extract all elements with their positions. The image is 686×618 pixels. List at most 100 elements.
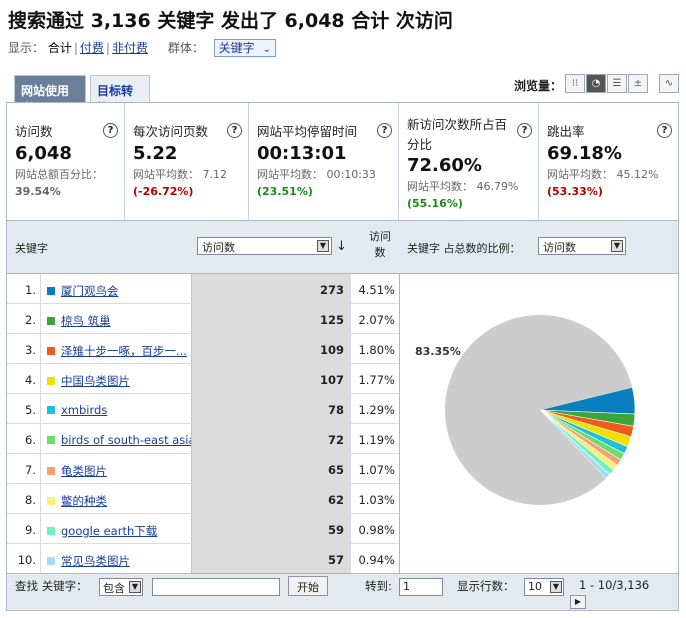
- keyword-link[interactable]: 泽雉十步一啄，百步一...: [61, 344, 187, 358]
- help-icon[interactable]: ?: [517, 123, 532, 138]
- column-header-keyword[interactable]: 关键字: [15, 240, 48, 256]
- select-value: 访问数: [202, 241, 235, 254]
- metric-delta: (53.33%): [547, 185, 603, 198]
- help-icon[interactable]: ?: [103, 123, 118, 138]
- table-row: 3. 泽雉十步一啄，百步一... 109 1.80%: [7, 334, 399, 364]
- metric-new-visits: 新访问次数所占百分比 ? 72.60% 网站平均数： 46.79% (55.16…: [399, 103, 539, 220]
- table-header: 关键字 访问数 ▼ ↓ 访问数 关键字 占总数的比例： 访问数 ▼: [7, 221, 678, 274]
- series-swatch: [47, 377, 55, 385]
- chevron-down-icon: ▼: [129, 581, 141, 593]
- segment-dropdown[interactable]: 关键字 ⌄: [213, 39, 277, 57]
- column-header-visits[interactable]: 访问数: [367, 229, 393, 261]
- keyword-link[interactable]: 厦门观鸟会: [61, 284, 119, 298]
- keyword-cell: xmbirds: [41, 394, 191, 423]
- visits-cell: 125: [191, 304, 350, 333]
- table-view-icon[interactable]: ⁝⁝: [565, 74, 585, 93]
- bar-view-icon[interactable]: ☰: [607, 74, 627, 93]
- row-number: 3.: [7, 334, 41, 363]
- series-swatch: [47, 406, 55, 414]
- series-swatch: [47, 436, 55, 444]
- keyword-link[interactable]: 龟类图片: [61, 464, 107, 478]
- visits-cell: 65: [191, 454, 350, 483]
- series-swatch: [47, 557, 55, 565]
- series-swatch: [47, 527, 55, 535]
- keyword-cell: google earth下载: [41, 514, 191, 543]
- metric-label: 访问数: [15, 124, 53, 139]
- keyword-link[interactable]: 常见鸟类图片: [61, 554, 130, 568]
- go-button[interactable]: 开始: [288, 576, 328, 596]
- percent-cell: 1.07%: [350, 454, 399, 483]
- help-icon[interactable]: ?: [227, 123, 242, 138]
- percent-cell: 1.03%: [350, 484, 399, 513]
- pivot-view-icon[interactable]: ∿: [659, 74, 679, 93]
- metric-column-select[interactable]: 访问数 ▼: [197, 237, 332, 255]
- tab-goal-conversion[interactable]: 目标转换: [90, 75, 150, 115]
- table-row: 2. 椋鸟 筑巢 125 2.07%: [7, 304, 399, 334]
- visits-cell: 273: [191, 274, 350, 303]
- row-number: 4.: [7, 364, 41, 393]
- row-number: 9.: [7, 514, 41, 543]
- percent-cell: 1.29%: [350, 394, 399, 423]
- chevron-down-icon: ▼: [317, 240, 329, 252]
- table-row: 7. 龟类图片 65 1.07%: [7, 454, 399, 484]
- keyword-cell: 厦门观鸟会: [41, 274, 191, 303]
- table-row: 4. 中国鸟类图片 107 1.77%: [7, 364, 399, 394]
- visits-cell: 109: [191, 334, 350, 363]
- find-mode-select[interactable]: 包含 ▼: [99, 578, 143, 596]
- pie-chart-area: 83.35%: [399, 274, 678, 574]
- find-input[interactable]: [152, 578, 280, 596]
- percent-cell: 0.98%: [350, 514, 399, 543]
- metric-visits: 访问数 ? 6,048 网站总额百分比： 39.54%: [7, 103, 125, 220]
- show-nonpaid-link[interactable]: 非付费: [112, 41, 148, 55]
- keyword-link[interactable]: 椋鸟 筑巢: [61, 314, 111, 328]
- pie-metric-select[interactable]: 访问数 ▼: [538, 237, 626, 255]
- help-icon[interactable]: ?: [377, 123, 392, 138]
- view-label: 浏览量：: [514, 79, 563, 93]
- row-number: 1.: [7, 274, 41, 303]
- find-label: 查找 关键字：: [15, 579, 88, 593]
- series-swatch: [47, 497, 55, 505]
- pie-chart: [445, 315, 636, 505]
- rows-label: 显示行数：: [457, 579, 515, 593]
- show-paid-link[interactable]: 付费: [80, 41, 104, 55]
- keyword-link[interactable]: 中国鸟类图片: [61, 374, 130, 388]
- keyword-cell: 椋鸟 筑巢: [41, 304, 191, 333]
- table-row: 9. google earth下载 59 0.98%: [7, 514, 399, 544]
- metrics-bar: 访问数 ? 6,048 网站总额百分比： 39.54% 每次访问页数 ? 5.2…: [7, 103, 678, 221]
- rows-per-page-select[interactable]: 10 ▼: [524, 578, 564, 596]
- metric-avg-time: 网站平均停留时间 ? 00:13:01 网站平均数： 00:10:33 (23.…: [249, 103, 399, 220]
- percent-cell: 0.94%: [350, 544, 399, 573]
- table-row: 6. birds of south-east asia 72 1.19%: [7, 424, 399, 454]
- row-number: 8.: [7, 484, 41, 513]
- segment-value: 关键字: [218, 41, 255, 55]
- visits-cell: 57: [191, 544, 350, 573]
- keyword-link[interactable]: google earth下载: [61, 524, 157, 538]
- row-number: 7.: [7, 454, 41, 483]
- report-panel: 访问数 ? 6,048 网站总额百分比： 39.54% 每次访问页数 ? 5.2…: [6, 102, 679, 611]
- goto-input[interactable]: 1: [399, 578, 443, 596]
- select-value: 包含: [103, 582, 125, 595]
- visits-cell: 72: [191, 424, 350, 453]
- series-swatch: [47, 347, 55, 355]
- chevron-down-icon: ▼: [611, 240, 623, 252]
- next-page-icon[interactable]: ▶: [570, 595, 586, 609]
- metric-site-avg: 网站平均数： 00:10:33: [257, 168, 376, 181]
- pie-view-icon[interactable]: ◔: [586, 74, 606, 93]
- metric-delta: 39.54%: [15, 185, 61, 198]
- metric-delta: (55.16%): [407, 197, 463, 210]
- sort-arrow-icon[interactable]: ↓: [336, 239, 347, 254]
- keyword-link[interactable]: 鳖的种类: [61, 494, 107, 508]
- show-all-option[interactable]: 合计: [48, 41, 72, 55]
- select-value: 10: [528, 580, 542, 593]
- select-value: 访问数: [543, 241, 576, 254]
- metric-value: 72.60%: [407, 155, 482, 176]
- help-icon[interactable]: ?: [657, 123, 672, 138]
- comparison-view-icon[interactable]: ±: [628, 74, 648, 93]
- tab-site-usage[interactable]: 网站使用率: [14, 75, 86, 115]
- keyword-link[interactable]: xmbirds: [61, 403, 107, 417]
- keyword-link[interactable]: birds of south-east asia: [61, 433, 191, 447]
- metric-value: 6,048: [15, 143, 72, 164]
- metric-delta: (23.51%): [257, 185, 313, 198]
- keyword-cell: 泽雉十步一啄，百步一...: [41, 334, 191, 363]
- percent-cell: 4.51%: [350, 274, 399, 303]
